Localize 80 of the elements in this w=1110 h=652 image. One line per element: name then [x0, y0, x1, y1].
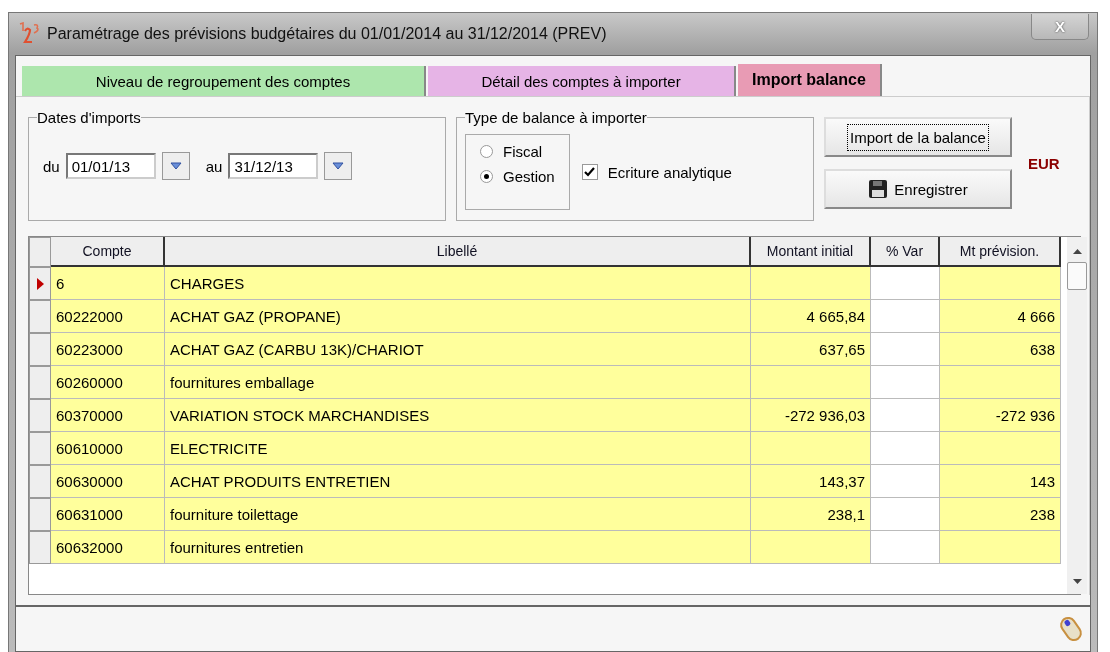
radio-label[interactable]: Gestion [503, 168, 555, 185]
table-cell: 60222000 [51, 300, 165, 333]
table-cell: ELECTRICITE [165, 432, 751, 465]
table-cell [871, 498, 940, 531]
row-selector[interactable] [29, 366, 51, 399]
column-header[interactable]: Compte [51, 237, 165, 267]
field-label: du [43, 157, 60, 175]
table-cell: 6 [51, 267, 165, 300]
caret-icon [332, 162, 345, 170]
table-cell: 637,65 [751, 333, 871, 366]
table-cell [871, 366, 940, 399]
column-header[interactable]: Libellé [165, 237, 751, 267]
table-cell: ACHAT GAZ (PROPANE) [165, 300, 751, 333]
import-button[interactable]: Import de la balance [824, 117, 1012, 157]
window-title: Paramétrage des prévisions budgétaires du 01/01/2014 au 31/12/2014 (PREV) [47, 25, 608, 43]
checkbox[interactable] [581, 164, 598, 180]
table-cell: -272 936,03 [751, 399, 871, 432]
tab[interactable]: Import balance [738, 64, 882, 96]
grid-corner [29, 237, 51, 267]
group-legend: Type de balance à importer [465, 109, 647, 126]
table-cell: fournitures entretien [165, 531, 751, 564]
table-cell: 60630000 [51, 465, 165, 498]
table-cell: ACHAT PRODUITS ENTRETIEN [165, 465, 751, 498]
vertical-scrollbar[interactable] [1067, 237, 1087, 594]
currency-label: EUR [1028, 155, 1060, 172]
table-cell: 4 666 [940, 300, 1061, 333]
date-field[interactable]: 31/12/13 [228, 153, 319, 179]
save-button[interactable]: Enregistrer [824, 169, 1012, 209]
radio-button[interactable] [480, 170, 493, 183]
scroll-down-icon[interactable] [1072, 579, 1082, 584]
row-selector[interactable] [29, 498, 51, 531]
table-cell [871, 267, 940, 300]
current-row-icon [36, 277, 44, 290]
table-cell: 60631000 [51, 498, 165, 531]
table-cell [871, 465, 940, 498]
table-cell: 60610000 [51, 432, 165, 465]
row-selector[interactable] [29, 333, 51, 366]
table-cell [871, 531, 940, 564]
column-header[interactable]: Mt prévision. [940, 237, 1061, 267]
caret-icon [169, 162, 182, 170]
dropdown-button[interactable] [161, 152, 190, 180]
table-cell: 4 665,84 [751, 300, 871, 333]
table-cell [871, 300, 940, 333]
table-cell: VARIATION STOCK MARCHANDISES [165, 399, 751, 432]
table-cell [871, 333, 940, 366]
table-cell: ACHAT GAZ (CARBU 13K)/CHARIOT [165, 333, 751, 366]
table-cell: 60260000 [51, 366, 165, 399]
date-field[interactable]: 01/01/13 [65, 153, 156, 179]
column-header[interactable]: Montant initial [751, 237, 871, 267]
row-selector[interactable] [29, 432, 51, 465]
tab[interactable]: Niveau de regroupement des comptes [22, 66, 426, 96]
radio-button[interactable] [480, 145, 493, 158]
table-cell: 60223000 [51, 333, 165, 366]
field-label: au [205, 157, 223, 175]
table-cell: fournitures emballage [165, 366, 751, 399]
tab[interactable]: Détail des comptes à importer [428, 66, 736, 96]
table-cell: CHARGES [165, 267, 751, 300]
row-selector[interactable] [29, 399, 51, 432]
table-cell: 238,1 [751, 498, 871, 531]
table-cell: 143,37 [751, 465, 871, 498]
radio-label[interactable]: Fiscal [503, 143, 543, 160]
row-selector[interactable] [29, 531, 51, 564]
table-cell: 60632000 [51, 531, 165, 564]
table-cell: 238 [940, 498, 1061, 531]
table-cell: 60370000 [51, 399, 165, 432]
checkbox-label[interactable]: Ecriture analytique [607, 163, 732, 181]
scrollbar-thumb[interactable] [1067, 262, 1087, 290]
column-header[interactable]: % Var [871, 237, 940, 267]
table-cell: 143 [940, 465, 1061, 498]
row-selector[interactable] [29, 267, 51, 300]
table-cell: -272 936 [940, 399, 1061, 432]
group-legend: Dates d'imports [37, 109, 141, 126]
row-selector[interactable] [29, 300, 51, 333]
table-cell [871, 399, 940, 432]
dropdown-button[interactable] [324, 152, 353, 180]
table-cell [871, 432, 940, 465]
table-cell: fourniture toilettage [165, 498, 751, 531]
scroll-up-icon[interactable] [1072, 249, 1082, 254]
table-cell: 638 [940, 333, 1061, 366]
row-selector[interactable] [29, 465, 51, 498]
